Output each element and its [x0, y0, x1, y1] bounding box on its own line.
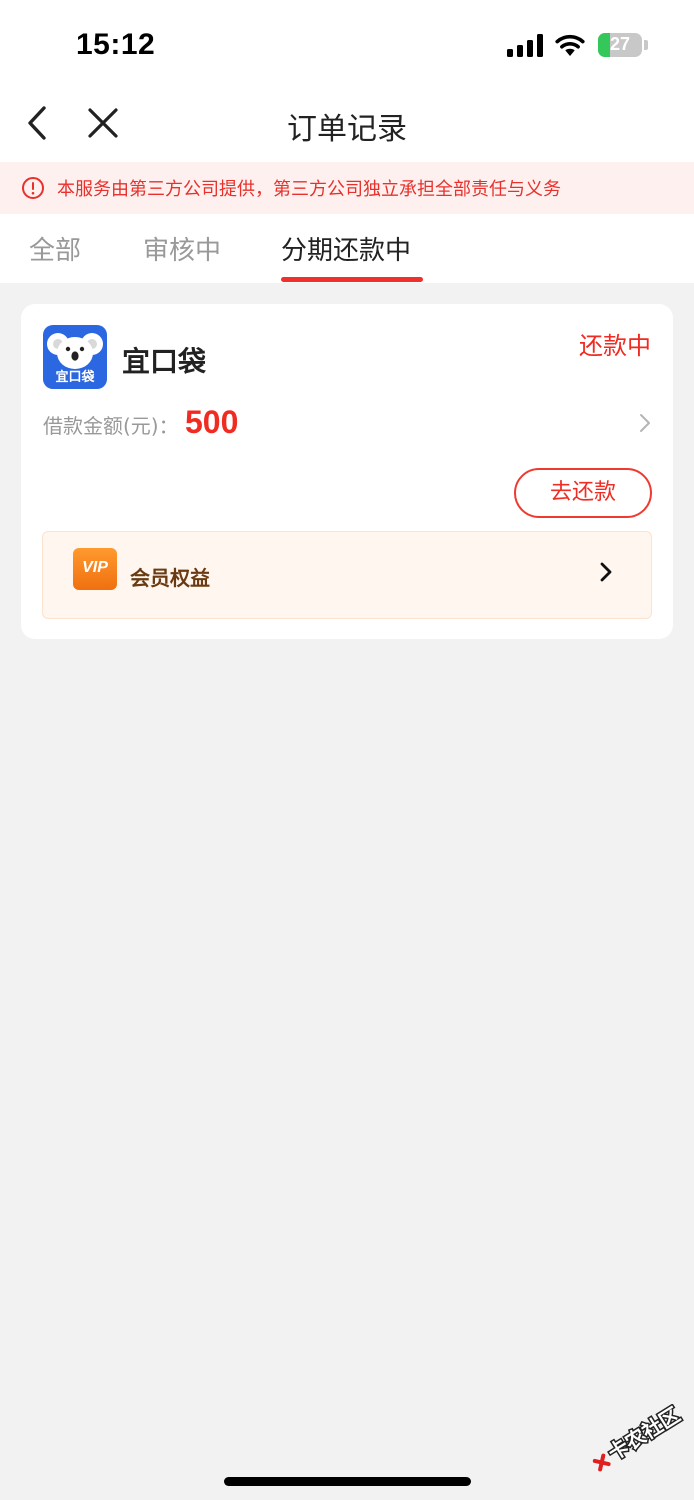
app-logo: 宜口袋 — [43, 325, 107, 389]
cellular-signal-icon — [507, 34, 543, 57]
chevron-right-icon[interactable] — [638, 412, 652, 434]
tab-bar: 全部 审核中 分期还款中 — [0, 214, 694, 283]
notice-text: 本服务由第三方公司提供，第三方公司独立承担全部责任与义务 — [57, 179, 561, 200]
vip-label: 会员权益 — [130, 566, 210, 590]
amount-value: 500 — [185, 404, 239, 440]
battery-level-text: 27 — [609, 34, 631, 54]
vip-benefits-row[interactable]: VIP 会员权益 — [42, 531, 652, 619]
active-tab-indicator — [281, 277, 423, 282]
notice-banner: 本服务由第三方公司提供，第三方公司独立承担全部责任与义务 — [0, 162, 694, 214]
tab-installment-repaying[interactable]: 分期还款中 — [281, 230, 411, 267]
amount-label: 借款金额(元)： — [43, 414, 179, 438]
order-card[interactable]: 宜口袋 宜口袋 还款中 借款金额(元)： 500 去还款 VIP 会员权益 — [21, 304, 673, 639]
status-time: 15:12 — [76, 28, 156, 61]
battery-cap — [644, 40, 648, 50]
battery-icon: 27 — [598, 33, 642, 57]
home-indicator — [224, 1477, 471, 1486]
page-title: 订单记录 — [287, 112, 407, 147]
alert-icon — [22, 177, 44, 199]
app-name: 宜口袋 — [122, 345, 207, 378]
tab-all[interactable]: 全部 — [29, 230, 81, 267]
logo-text: 宜口袋 — [55, 370, 95, 385]
vip-icon: VIP — [73, 548, 117, 590]
watermark-logo: 卡农社区 — [592, 1404, 686, 1472]
repay-button[interactable]: 去还款 — [514, 468, 652, 518]
tab-reviewing[interactable]: 审核中 — [143, 230, 221, 267]
watermark-text: 卡农社区 — [604, 1404, 685, 1465]
vip-icon-text: VIP — [82, 559, 108, 576]
chevron-right-icon — [600, 562, 612, 582]
wifi-icon — [555, 34, 585, 56]
order-status: 还款中 — [579, 332, 651, 360]
